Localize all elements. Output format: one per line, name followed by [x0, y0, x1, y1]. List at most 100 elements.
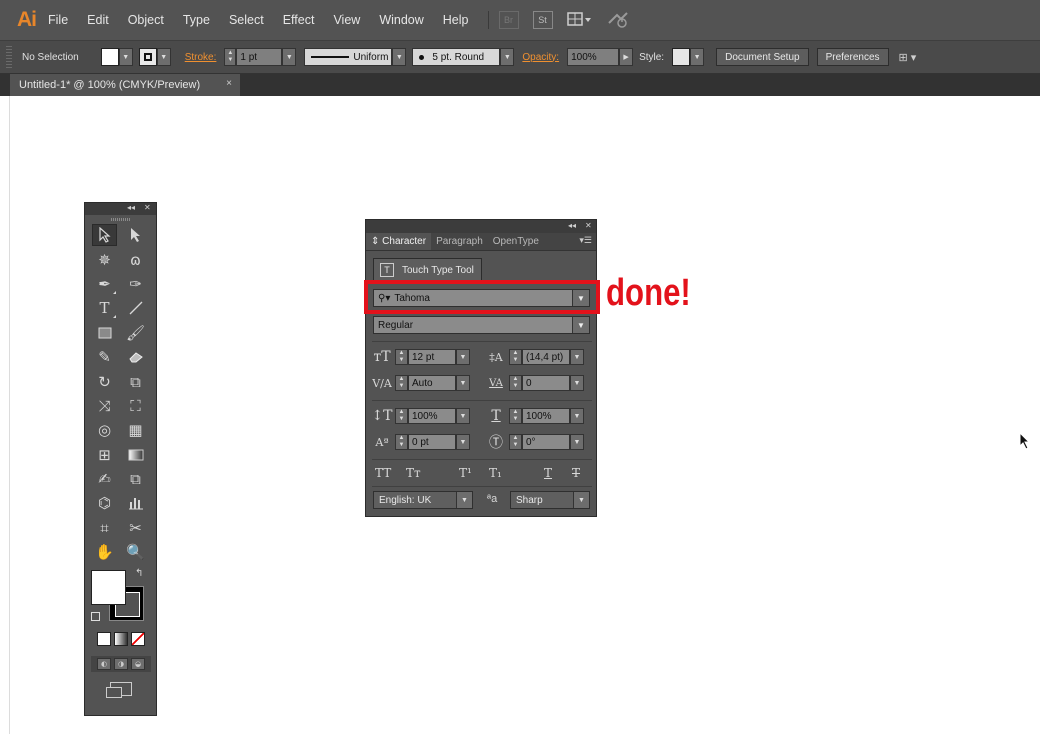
tab-opentype[interactable]: OpenType: [488, 233, 544, 250]
color-mode-icon[interactable]: [96, 632, 111, 647]
symbol-sprayer-tool-icon[interactable]: ⌬: [92, 492, 117, 514]
width-tool-icon[interactable]: ⤨: [92, 395, 117, 417]
tracking-field[interactable]: 0: [522, 375, 570, 391]
draw-inside-icon[interactable]: ◒: [131, 658, 145, 671]
kerning-field[interactable]: Auto: [408, 375, 456, 391]
screen-mode-icon[interactable]: [105, 682, 132, 699]
horizontal-scale-stepper[interactable]: ▲ ▼: [509, 408, 522, 424]
menu-type[interactable]: Type: [183, 13, 210, 27]
kerning-stepper[interactable]: ▲ ▼: [395, 375, 408, 391]
opacity-label[interactable]: Opacity:: [522, 52, 559, 63]
font-size-stepper[interactable]: ▲ ▼: [395, 349, 408, 365]
fill-dropdown[interactable]: ▼: [118, 48, 133, 66]
leading-dropdown[interactable]: ▼: [570, 349, 584, 365]
artboard-tool-icon[interactable]: ⌗: [92, 517, 117, 539]
draw-normal-icon[interactable]: ◐: [97, 658, 111, 671]
graphic-style-swatch[interactable]: [672, 48, 691, 66]
horizontal-scale-dropdown[interactable]: ▼: [570, 408, 584, 424]
line-segment-tool-icon[interactable]: [123, 297, 148, 319]
selection-tool-icon[interactable]: [92, 224, 117, 247]
character-rotation-stepper[interactable]: ▲ ▼: [509, 434, 522, 450]
document-setup-button[interactable]: Document Setup: [716, 48, 809, 66]
menu-window[interactable]: Window: [379, 13, 423, 27]
paintbrush-tool-icon[interactable]: 🖌: [123, 322, 148, 344]
anti-aliasing-dropdown[interactable]: ▼: [573, 492, 589, 508]
direct-selection-tool-icon[interactable]: [123, 224, 148, 246]
gradient-tool-icon[interactable]: [123, 444, 148, 466]
vertical-scale-stepper[interactable]: ▲ ▼: [395, 408, 408, 424]
magic-wand-tool-icon[interactable]: ✵: [92, 249, 117, 271]
brush-definition[interactable]: 5 pt. Round: [412, 48, 501, 66]
menu-effect[interactable]: Effect: [283, 13, 315, 27]
stroke-swatch[interactable]: [138, 48, 157, 66]
opacity-field[interactable]: 100%: [567, 48, 620, 66]
none-mode-icon[interactable]: [130, 632, 145, 647]
language-dropdown[interactable]: ▼: [456, 492, 472, 508]
baseline-shift-field[interactable]: 0 pt: [408, 434, 456, 450]
control-bar-grip[interactable]: [6, 46, 12, 68]
stroke-dropdown[interactable]: ▼: [156, 48, 171, 66]
vertical-scale-field[interactable]: 100%: [408, 408, 456, 424]
close-panel-icon[interactable]: ✕: [585, 221, 592, 230]
stock-icon[interactable]: St: [532, 11, 553, 29]
tracking-stepper[interactable]: ▲ ▼: [509, 375, 522, 391]
touch-type-tool-button[interactable]: T Touch Type Tool: [373, 258, 482, 282]
panel-menu-icon[interactable]: ▾☰: [579, 235, 592, 246]
anti-aliasing-select[interactable]: Sharp ▼: [510, 491, 590, 509]
menu-object[interactable]: Object: [128, 13, 164, 27]
blend-tool-icon[interactable]: ⧉: [123, 468, 148, 490]
menu-edit[interactable]: Edit: [87, 13, 109, 27]
arrange-icon[interactable]: ⊞ ▾: [899, 51, 917, 64]
character-rotation-dropdown[interactable]: ▼: [570, 434, 584, 450]
underline-icon[interactable]: T: [544, 466, 552, 480]
rotate-tool-icon[interactable]: ↻: [92, 371, 117, 393]
tools-grip[interactable]: [85, 215, 156, 223]
column-graph-tool-icon[interactable]: [123, 492, 148, 514]
stroke-label[interactable]: Stroke:: [185, 52, 217, 63]
bridge-icon[interactable]: Br: [498, 11, 519, 29]
menu-view[interactable]: View: [333, 13, 360, 27]
fill-swatch[interactable]: [100, 48, 119, 66]
menu-select[interactable]: Select: [229, 13, 264, 27]
menu-file[interactable]: File: [48, 13, 68, 27]
collapse-panel-icon[interactable]: ◂◂: [127, 203, 135, 212]
preferences-button[interactable]: Preferences: [816, 48, 889, 66]
perspective-grid-tool-icon[interactable]: ▦: [123, 419, 148, 441]
document-tab[interactable]: Untitled-1* @ 100% (CMYK/Preview) ×: [10, 74, 240, 96]
font-style-dropdown[interactable]: ▼: [572, 317, 589, 333]
free-transform-tool-icon[interactable]: ⛶: [123, 395, 148, 417]
tools-panel-header[interactable]: ◂◂ ✕: [85, 203, 156, 215]
character-panel-titlebar[interactable]: ◂◂ ✕: [366, 220, 596, 233]
default-fill-stroke-icon[interactable]: [91, 612, 100, 622]
font-size-field[interactable]: 12 pt: [408, 349, 456, 365]
arrange-documents-icon[interactable]: [566, 12, 593, 28]
swap-fill-stroke-icon[interactable]: ↰: [135, 568, 143, 579]
pen-tool-icon[interactable]: ✒: [92, 273, 117, 295]
all-caps-icon[interactable]: TT: [375, 466, 391, 480]
stroke-weight-field[interactable]: 1 pt: [236, 48, 283, 66]
brush-dropdown[interactable]: ▼: [500, 48, 515, 66]
rectangle-tool-icon[interactable]: [92, 322, 117, 344]
zoom-tool-icon[interactable]: 🔍: [123, 541, 148, 563]
shape-builder-tool-icon[interactable]: ◎: [92, 419, 117, 441]
horizontal-scale-field[interactable]: 100%: [522, 408, 570, 424]
superscript-icon[interactable]: T¹: [459, 466, 472, 480]
draw-behind-icon[interactable]: ◑: [114, 658, 128, 671]
close-tab-icon[interactable]: ×: [226, 78, 232, 89]
small-caps-icon[interactable]: Tт: [406, 466, 421, 480]
close-panel-icon[interactable]: ✕: [144, 203, 151, 212]
shaper-tool-icon[interactable]: ✎: [92, 346, 117, 368]
language-select[interactable]: English: UK ▼: [373, 491, 473, 509]
type-tool-icon[interactable]: T: [92, 297, 117, 319]
variable-width-profile[interactable]: Uniform: [304, 48, 393, 66]
collapse-panel-icon[interactable]: ◂◂: [568, 221, 576, 230]
tab-paragraph[interactable]: Paragraph: [431, 233, 488, 250]
font-style-field[interactable]: Regular ▼: [373, 316, 590, 334]
leading-stepper[interactable]: ▲ ▼: [509, 349, 522, 365]
font-size-dropdown[interactable]: ▼: [456, 349, 470, 365]
variable-width-dropdown[interactable]: ▼: [392, 48, 407, 66]
tab-character[interactable]: ⇕ Character: [366, 233, 432, 250]
character-rotation-field[interactable]: 0°: [522, 434, 570, 450]
menu-help[interactable]: Help: [443, 13, 469, 27]
vertical-scale-dropdown[interactable]: ▼: [456, 408, 470, 424]
